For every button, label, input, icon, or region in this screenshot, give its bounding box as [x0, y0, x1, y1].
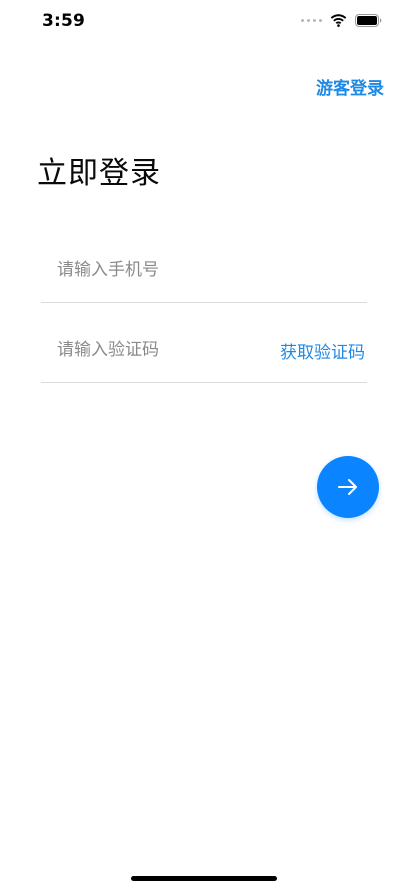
status-icons [301, 14, 382, 27]
home-indicator[interactable] [131, 876, 277, 881]
page-title: 立即登录 [37, 156, 161, 191]
cellular-signal-icon [301, 19, 322, 22]
wifi-icon [330, 14, 347, 27]
battery-icon [355, 14, 382, 27]
status-bar: 3:59 [0, 0, 408, 46]
verification-code-input[interactable] [41, 318, 280, 382]
phone-field [41, 238, 367, 303]
get-code-button[interactable]: 获取验证码 [280, 338, 367, 363]
phone-input[interactable] [41, 238, 367, 302]
guest-login-link[interactable]: 游客登录 [316, 74, 384, 99]
verification-code-field: 获取验证码 [41, 318, 367, 383]
status-time: 3:59 [42, 11, 86, 31]
next-button[interactable] [317, 456, 379, 518]
arrow-right-icon [338, 479, 357, 495]
